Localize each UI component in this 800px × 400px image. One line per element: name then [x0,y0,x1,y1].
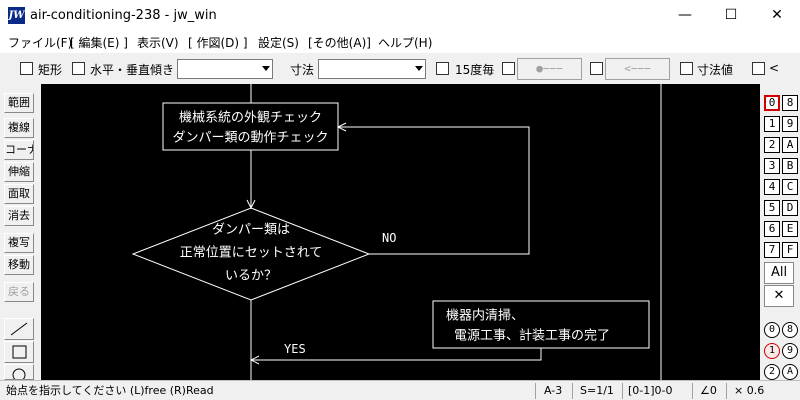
menu-other[interactable]: [その他(A)] [308,34,371,51]
tool-erase[interactable]: 消去 [4,206,34,226]
no-label: NO [382,231,396,245]
line-icon [10,322,28,336]
minimize-button[interactable]: — [662,0,708,31]
group-8-button[interactable]: 8 [782,322,798,338]
group-9-button[interactable]: 9 [782,343,798,359]
layer-a-button[interactable]: A [782,137,798,153]
deg15-checkbox[interactable] [436,62,449,75]
tool-chamfer[interactable]: 面取 [4,184,34,204]
rect-checkbox[interactable] [20,62,33,75]
circle-icon [12,368,26,379]
deg15-label: 15度毎 [455,63,495,77]
group-a-button[interactable]: A [782,364,798,380]
layer-4-button[interactable]: 4 [764,179,780,195]
tool-undo[interactable]: 戻る [4,282,34,302]
status-divider [535,383,536,399]
hv-checkbox[interactable] [72,62,85,75]
box2-line2: 電源工事、計装工事の完了 [454,328,610,344]
scale-value[interactable]: S=1/1 [580,383,614,399]
status-bar: 始点を指示してください (L)free (R)Read A-3 S=1/1 [0… [0,380,800,400]
line-tool-button[interactable] [4,318,34,340]
point-checkbox[interactable] [502,62,515,75]
rectangle-tool-button[interactable] [4,341,34,363]
group-2-button[interactable]: 2 [764,364,780,380]
box1-line2: ダンパー類の動作チェック [172,131,328,146]
layer-1-button[interactable]: 1 [764,116,780,132]
box2-line1: 機器内清掃、 [446,308,524,324]
toolbar: 矩形 水平・垂直 傾き 寸法 15度毎 ●−−− <−−− 寸法値 < [0,54,800,84]
group-0-button[interactable]: 0 [764,322,780,338]
menu-bar: ファイル(F) [ 編集(E) ] 表示(V) [ 作図(D) ] 設定(S) … [0,31,800,53]
tool-offset[interactable]: 複線 [4,118,34,138]
hv-label: 水平・垂直 [90,63,151,77]
layer-5-button[interactable]: 5 [764,200,780,216]
layer-6-button[interactable]: 6 [764,221,780,237]
layer-all-button[interactable]: All [764,262,794,284]
status-divider [726,383,727,399]
layer-e-button[interactable]: E [782,221,798,237]
menu-draw[interactable]: [ 作図(D) ] [188,34,248,51]
layer-2-button[interactable]: 2 [764,137,780,153]
layer-f-button[interactable]: F [782,242,798,258]
menu-view[interactable]: 表示(V) [137,34,179,51]
menu-file[interactable]: ファイル(F) [8,34,72,51]
arrow-mode-button[interactable]: <−−− [605,58,670,80]
tool-copy[interactable]: 複写 [4,233,34,253]
tilt-select[interactable] [177,59,273,79]
dimval-checkbox[interactable] [680,62,693,75]
rectangle-icon [12,345,27,359]
decision-line2: 正常位置にセットされて [180,246,323,261]
layer-7-button[interactable]: 7 [764,242,780,258]
circle-tool-button[interactable] [4,364,34,380]
menu-settings[interactable]: 設定(S) [258,34,299,51]
decision-line3: いるか？ [225,269,277,284]
layer-9-button[interactable]: 9 [782,116,798,132]
layer-0-button[interactable]: 0 [764,95,780,111]
zoom-value[interactable]: × 0.6 [734,383,764,399]
paper-size[interactable]: A-3 [544,383,562,399]
group-1-button[interactable]: 1 [764,343,780,359]
status-divider [622,383,623,399]
dim-select[interactable] [318,59,426,79]
app-icon: JW [8,7,25,24]
layer-b-button[interactable]: B [782,158,798,174]
left-tool-palette: 範囲 複線 コーナー 伸縮 面取 消去 複写 移動 戻る [0,84,41,380]
close-button[interactable]: ✕ [754,0,800,31]
angle-value[interactable]: ∠0 [700,383,717,399]
lt-label: < [769,61,780,75]
layer-close-button[interactable]: ✕ [764,285,794,307]
chevron-down-icon [262,66,270,71]
no-loop-line [338,126,530,255]
dim-label: 寸法 [290,63,315,77]
dimval-label: 寸法値 [697,63,734,77]
layer-d-button[interactable]: D [782,200,798,216]
menu-help[interactable]: ヘルプ(H) [378,34,432,51]
lt-checkbox[interactable] [752,62,765,75]
tool-corner[interactable]: コーナー [4,140,34,160]
rect-label: 矩形 [38,63,63,77]
title-bar: JW air-conditioning-238 - jw_win — ☐ ✕ [0,0,800,31]
decision-line1: ダンパー類は [212,223,290,238]
chevron-down-icon [415,66,423,71]
tool-range[interactable]: 範囲 [4,93,34,113]
drawing-canvas[interactable]: 機械系統の外観チェック ダンパー類の動作チェック ダンパー類は 正常位置にセット… [41,84,760,380]
tool-stretch[interactable]: 伸縮 [4,162,34,182]
layer-c-button[interactable]: C [782,179,798,195]
layer-3-button[interactable]: 3 [764,158,780,174]
maximize-button[interactable]: ☐ [708,0,754,31]
point-mode-button[interactable]: ●−−− [517,58,582,80]
status-divider [692,383,693,399]
status-divider [572,383,573,399]
yes-label: YES [284,342,306,356]
status-message: 始点を指示してください (L)free (R)Read [6,384,214,397]
layer-status[interactable]: [0-1]0-0 [628,383,673,399]
layer-8-button[interactable]: 8 [782,95,798,111]
window-title: air-conditioning-238 - jw_win [30,8,217,23]
tilt-label: 傾き [150,63,175,77]
menu-edit[interactable]: [ 編集(E) ] [70,34,128,51]
arrow-checkbox[interactable] [590,62,603,75]
box1-line1: 機械系統の外観チェック [179,111,322,126]
tool-move[interactable]: 移動 [4,255,34,275]
